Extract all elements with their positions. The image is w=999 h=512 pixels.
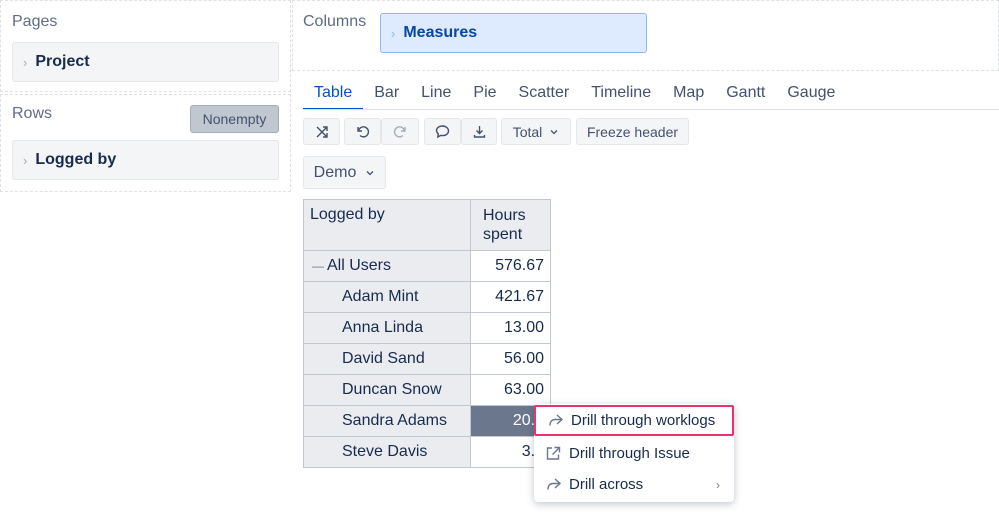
collapse-icon[interactable]: — (312, 259, 324, 273)
tab-timeline[interactable]: Timeline (580, 82, 662, 110)
table-row: — All Users 576.67 (303, 250, 551, 282)
redo-button[interactable] (381, 118, 419, 145)
table-row: Adam Mint 421.67 (303, 281, 551, 313)
table-header-row: Logged by Hours spent (303, 199, 551, 251)
column-header-logged-by[interactable]: Logged by (303, 199, 471, 251)
row-header[interactable]: Adam Mint (303, 281, 471, 313)
tab-gantt[interactable]: Gantt (715, 82, 776, 110)
tab-pie[interactable]: Pie (462, 82, 507, 110)
chevron-right-icon: › (23, 152, 28, 168)
freeze-header-label: Freeze header (586, 123, 679, 140)
redo-icon (393, 126, 406, 138)
row-header[interactable]: Duncan Snow (303, 374, 471, 406)
row-header[interactable]: Anna Linda (303, 312, 471, 344)
chevron-down-icon (366, 170, 374, 175)
table-row: David Sand 56.00 (303, 343, 551, 375)
row-label: All Users (327, 257, 392, 274)
download-button[interactable] (461, 118, 497, 145)
table-cell[interactable]: 13.00 (470, 312, 551, 344)
pivot-table: Logged by Hours spent — All Users 576.67 … (303, 199, 551, 468)
table-cell[interactable]: 576.67 (470, 250, 551, 282)
demo-dropdown[interactable]: Demo (303, 156, 386, 189)
tab-bar[interactable]: Bar (363, 82, 410, 110)
tab-table[interactable]: Table (303, 82, 364, 110)
total-dropdown[interactable]: Total (501, 118, 571, 145)
row-header[interactable]: Steve Davis (303, 436, 471, 468)
table-row: Duncan Snow 63.00 (303, 374, 551, 406)
total-label: Total (512, 123, 543, 140)
table-row: Anna Linda 13.00 (303, 312, 551, 344)
rows-logged-by-dimension[interactable]: › Logged by (12, 140, 279, 180)
chevron-right-icon: › (391, 25, 396, 41)
rows-item-label: Logged by (35, 151, 117, 168)
share-arrow-icon (547, 478, 562, 490)
table-cell[interactable]: 56.00 (470, 343, 551, 375)
row-header-all-users[interactable]: — All Users (303, 250, 471, 282)
table-row: Steve Davis 3.0 (303, 436, 551, 468)
chevron-right-icon: › (23, 54, 28, 70)
pages-title: Pages (12, 13, 58, 30)
columns-measures-dimension[interactable]: › Measures (380, 13, 647, 53)
table-cell[interactable]: 63.00 (470, 374, 551, 406)
download-icon (473, 126, 485, 138)
nonempty-button[interactable]: Nonempty (190, 105, 279, 133)
columns-title: Columns (303, 13, 367, 30)
chevron-right-icon: › (716, 477, 720, 492)
undo-icon (357, 126, 370, 138)
chevron-down-icon (550, 129, 558, 134)
table-row: Sandra Adams 20.0 (303, 405, 551, 437)
tab-gauge[interactable]: Gauge (776, 82, 846, 110)
column-header-hours-spent[interactable]: Hours spent (470, 199, 551, 251)
menu-item-label: Drill through worklogs (571, 412, 716, 429)
columns-item-label: Measures (403, 24, 478, 41)
shuffle-icon (316, 125, 328, 138)
tab-map[interactable]: Map (662, 82, 715, 110)
table-cell[interactable]: 421.67 (470, 281, 551, 313)
cell-context-menu: Drill through worklogs Drill through Iss… (534, 404, 734, 502)
menu-item-label: Drill through Issue (569, 445, 690, 462)
comment-button[interactable] (424, 118, 461, 145)
tab-scatter[interactable]: Scatter (508, 82, 581, 110)
rows-title: Rows (12, 105, 53, 122)
tabs-divider (303, 109, 999, 110)
external-link-icon (546, 446, 561, 460)
undo-button[interactable] (344, 118, 381, 145)
pages-project-dimension[interactable]: › Project (12, 42, 279, 82)
demo-label: Demo (313, 163, 357, 181)
menu-item-drill-across[interactable]: Drill across › (534, 469, 734, 500)
tab-line[interactable]: Line (410, 82, 462, 110)
row-header[interactable]: Sandra Adams (303, 405, 471, 437)
share-arrow-icon (549, 414, 564, 426)
view-tabs: Table Bar Line Pie Scatter Timeline Map … (303, 82, 846, 110)
menu-item-drill-through-worklogs[interactable]: Drill through worklogs (534, 405, 734, 436)
pages-item-label: Project (35, 53, 90, 70)
row-header[interactable]: David Sand (303, 343, 471, 375)
comment-icon (435, 125, 450, 139)
menu-item-drill-through-issue[interactable]: Drill through Issue (534, 438, 734, 469)
freeze-header-button[interactable]: Freeze header (576, 118, 689, 145)
shuffle-button[interactable] (303, 118, 340, 145)
menu-item-label: Drill across (569, 476, 644, 493)
